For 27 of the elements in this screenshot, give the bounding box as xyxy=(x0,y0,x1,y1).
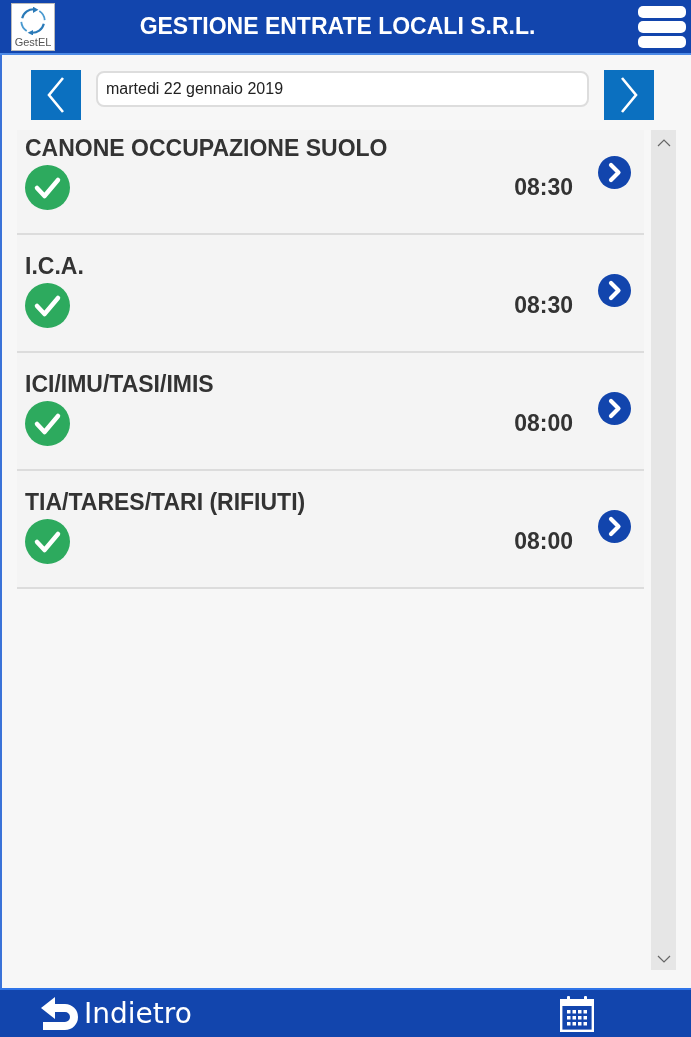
item-title: I.C.A. xyxy=(25,253,85,280)
back-arrow-icon xyxy=(40,996,79,1031)
chevron-left-icon xyxy=(47,77,65,113)
scroll-up-icon[interactable] xyxy=(656,139,671,147)
item-time: 08:30 xyxy=(514,174,573,201)
previous-day-button[interactable] xyxy=(31,70,81,120)
chevron-right-icon xyxy=(620,77,638,113)
item-time: 08:30 xyxy=(514,292,573,319)
chevron-circle-icon[interactable] xyxy=(598,510,631,543)
menu-icon[interactable] xyxy=(638,5,686,48)
date-field[interactable]: martedi 22 gennaio 2019 xyxy=(96,71,589,107)
chevron-circle-icon[interactable] xyxy=(598,156,631,189)
back-button[interactable]: Indietro xyxy=(40,996,192,1031)
item-title: CANONE OCCUPAZIONE SUOLO xyxy=(25,135,389,162)
item-time: 08:00 xyxy=(514,528,573,555)
scroll-down-icon[interactable] xyxy=(656,955,671,963)
chevron-circle-icon[interactable] xyxy=(598,274,631,307)
app-title: GESTIONE ENTRATE LOCALI S.R.L. xyxy=(138,13,537,40)
next-day-button[interactable] xyxy=(604,70,654,120)
chevron-circle-icon[interactable] xyxy=(598,392,631,425)
logo-text: GestEL xyxy=(14,35,52,49)
calendar-icon[interactable] xyxy=(560,995,594,1032)
item-title: ICI/IMU/TASI/IMIS xyxy=(25,371,215,398)
back-label: Indietro xyxy=(84,997,192,1030)
item-time: 08:00 xyxy=(514,410,573,437)
item-title: TIA/TARES/TARI (RIFIUTI) xyxy=(25,489,307,516)
scrollbar[interactable] xyxy=(651,130,676,970)
